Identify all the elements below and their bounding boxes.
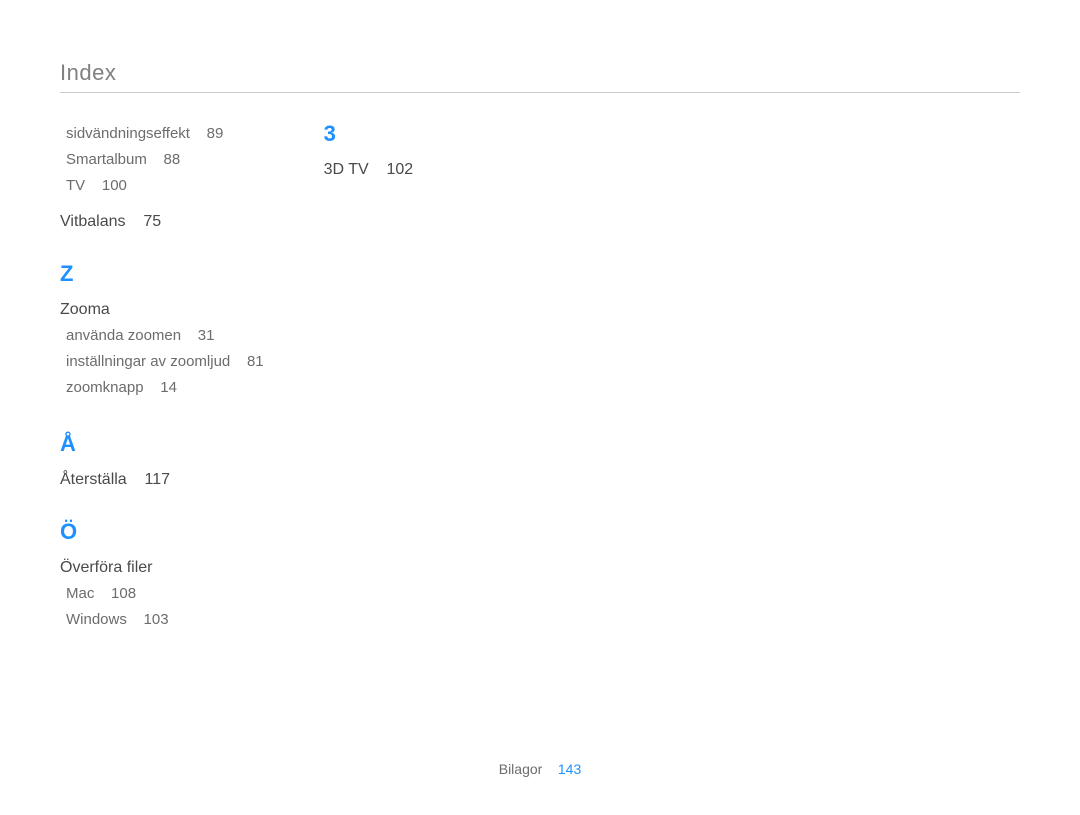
index-entry-label: sidvändningseffekt: [66, 125, 190, 142]
index-entry-page: 75: [143, 213, 161, 230]
index-page: Index sidvändningseffekt 89 Smartalbum 8…: [0, 0, 1080, 815]
index-column-1: sidvändningseffekt 89 Smartalbum 88 TV 1…: [60, 121, 264, 639]
page-footer: Bilagor 143: [0, 761, 1080, 777]
index-entry-page: 81: [247, 353, 264, 370]
footer-page-number: 143: [558, 761, 581, 777]
index-entry-aterstalla: Återställa 117: [60, 471, 264, 489]
index-entry-page: 108: [111, 585, 136, 602]
index-entry-page: 88: [164, 151, 181, 168]
index-entry-label: Återställa: [60, 471, 127, 488]
index-entry-vitbalans: Vitbalans 75: [60, 213, 264, 231]
index-entry-label: inställningar av zoomljud: [66, 353, 230, 370]
index-entry-label: Vitbalans: [60, 213, 126, 230]
index-entry-page: 102: [387, 161, 414, 178]
index-entry-label: Mac: [66, 585, 94, 602]
index-entry-overfora-heading: Överföra filer: [60, 559, 264, 577]
index-entry: Windows 103: [60, 607, 264, 633]
index-entry-label: zoomknapp: [66, 379, 144, 396]
letter-heading-3: 3: [324, 121, 524, 147]
index-entry-page: 31: [198, 327, 215, 344]
letter-heading-o-uml: Ö: [60, 519, 264, 545]
index-entry: Mac 108: [60, 581, 264, 607]
index-entry-label: TV: [66, 177, 85, 194]
index-entry: använda zoomen 31: [60, 323, 264, 349]
index-entry: Smartalbum 88: [60, 147, 264, 173]
index-entry: TV 100: [60, 173, 264, 199]
index-entry-page: 103: [144, 611, 169, 628]
page-title: Index: [60, 60, 1020, 93]
letter-heading-z: Z: [60, 261, 264, 287]
index-entry-label: Windows: [66, 611, 127, 628]
footer-label: Bilagor: [499, 761, 543, 777]
index-entry-label: 3D TV: [324, 161, 369, 178]
zooma-sub-block: använda zoomen 31 inställningar av zooml…: [60, 323, 264, 401]
index-entry-zooma-heading: Zooma: [60, 301, 264, 319]
index-entry-3dtv: 3D TV 102: [324, 161, 524, 179]
index-columns: sidvändningseffekt 89 Smartalbum 88 TV 1…: [60, 121, 1020, 639]
index-entry-page: 117: [145, 471, 171, 488]
letter-heading-a-ring: Å: [60, 431, 264, 457]
index-column-2: 3 3D TV 102: [324, 121, 524, 183]
index-entry: zoomknapp 14: [60, 375, 264, 401]
index-entry-label: Smartalbum: [66, 151, 147, 168]
index-entry-page: 89: [207, 125, 224, 142]
overfora-sub-block: Mac 108 Windows 103: [60, 581, 264, 633]
index-entry-page: 100: [102, 177, 127, 194]
index-entry: sidvändningseffekt 89: [60, 121, 264, 147]
index-entry: inställningar av zoomljud 81: [60, 349, 264, 375]
index-entry-label: använda zoomen: [66, 327, 181, 344]
top-entries-block: sidvändningseffekt 89 Smartalbum 88 TV 1…: [60, 121, 264, 199]
index-entry-page: 14: [160, 379, 177, 396]
